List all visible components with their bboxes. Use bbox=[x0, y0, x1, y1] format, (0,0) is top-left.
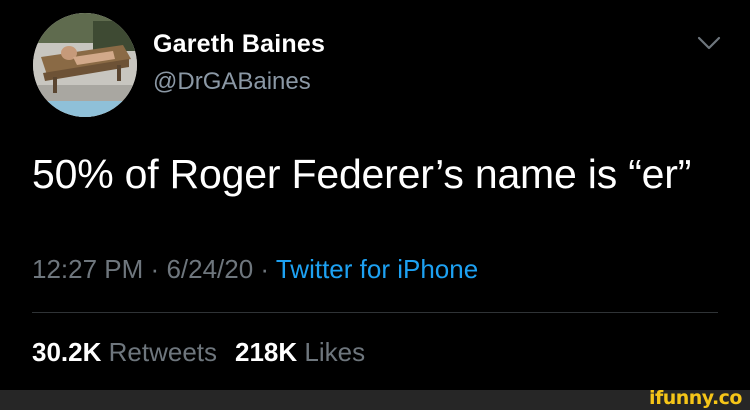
divider bbox=[32, 312, 718, 313]
retweets-count: 30.2K bbox=[32, 337, 102, 367]
meta-separator: · bbox=[260, 254, 270, 284]
tweet-time[interactable]: 12:27 PM bbox=[32, 254, 143, 284]
tweet-card: Gareth Baines @DrGABaines 50% of Roger F… bbox=[0, 0, 750, 390]
retweets-label: Retweets bbox=[108, 337, 218, 367]
tweet-text: 50% of Roger Federer’s name is “er” bbox=[32, 151, 692, 197]
meta-separator: · bbox=[150, 254, 160, 284]
likes-count: 218K bbox=[235, 337, 298, 367]
avatar-photo bbox=[33, 13, 137, 117]
ifunny-watermark: ifunny.co bbox=[648, 387, 743, 409]
tweet-date[interactable]: 6/24/20 bbox=[166, 254, 253, 284]
likes-label: Likes bbox=[304, 337, 366, 367]
tweet-stats: 30.2K Retweets 218K Likes bbox=[32, 337, 365, 368]
tweet-metadata: 12:27 PM · 6/24/20 · Twitter for iPhone bbox=[32, 254, 478, 285]
chevron-down-icon[interactable] bbox=[696, 34, 722, 52]
retweets-stat[interactable]: 30.2K Retweets bbox=[32, 337, 217, 367]
watermark-bar: ifunny.co bbox=[0, 387, 750, 410]
author-handle[interactable]: @DrGABaines bbox=[153, 68, 311, 96]
tweet-source-link[interactable]: Twitter for iPhone bbox=[276, 254, 478, 284]
likes-stat[interactable]: 218K Likes bbox=[235, 337, 365, 367]
author-display-name[interactable]: Gareth Baines bbox=[153, 30, 325, 59]
author-avatar[interactable] bbox=[33, 13, 137, 117]
